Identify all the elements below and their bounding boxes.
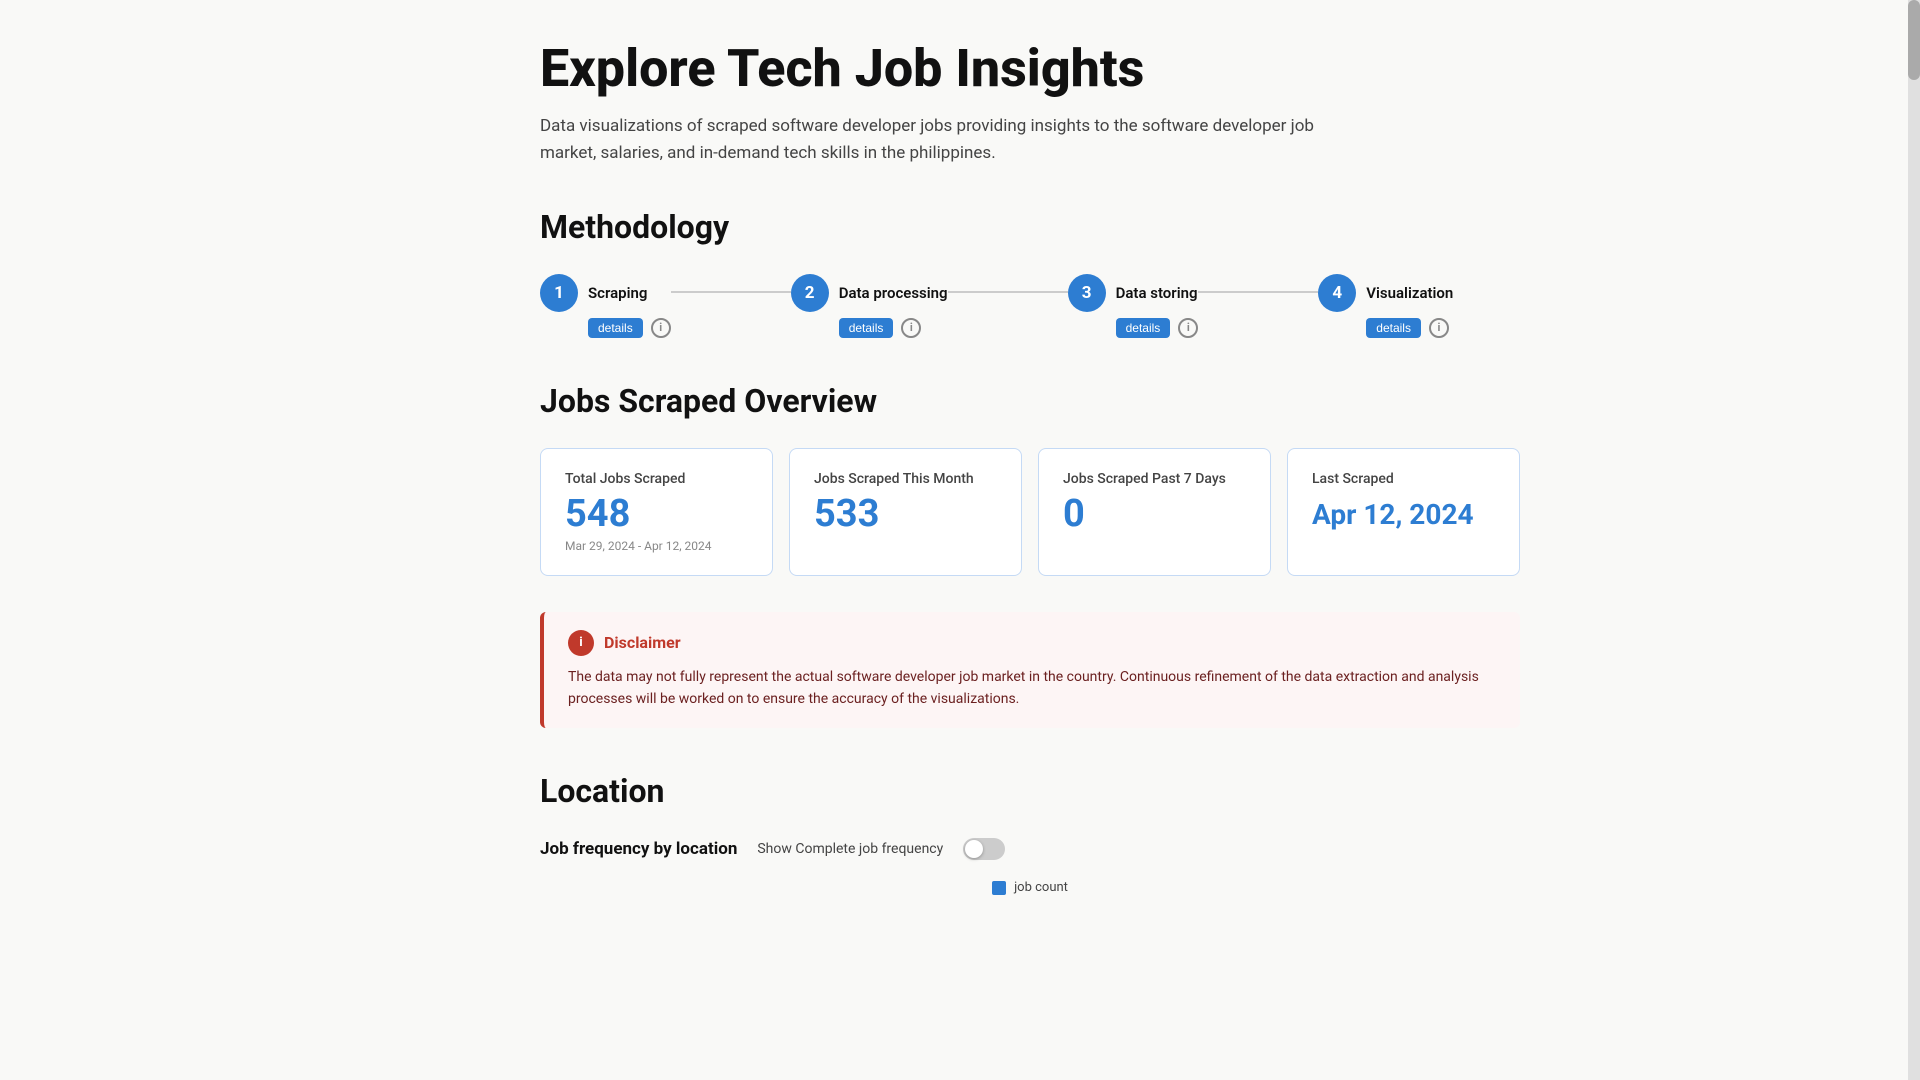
step-3-info-icon[interactable]: i (1178, 318, 1198, 338)
monthly-jobs-label: Jobs Scraped This Month (814, 471, 997, 487)
step-1-header: 1 Scraping (540, 274, 647, 312)
total-jobs-card: Total Jobs Scraped 548 Mar 29, 2024 - Ap… (540, 448, 773, 576)
total-jobs-sub: Mar 29, 2024 - Apr 12, 2024 (565, 539, 748, 553)
monthly-jobs-value: 533 (814, 495, 997, 533)
weekly-jobs-value: 0 (1063, 495, 1246, 533)
disclaimer-text: The data may not fully represent the act… (568, 666, 1496, 711)
step-2-actions: details i (839, 318, 922, 338)
disclaimer-icon: i (568, 630, 594, 656)
frequency-toggle[interactable] (963, 838, 1005, 860)
step-1-name: Scraping (588, 284, 647, 302)
step-1-details-button[interactable]: details (588, 318, 643, 338)
page-subtitle: Data visualizations of scraped software … (540, 113, 1340, 167)
last-scraped-card: Last Scraped Apr 12, 2024 (1287, 448, 1520, 576)
toggle-knob (965, 840, 983, 858)
location-title: Location (540, 772, 1520, 810)
methodology-section: Methodology 1 Scraping details i (540, 208, 1520, 338)
step-2-details-button[interactable]: details (839, 318, 894, 338)
step-4-header: 4 Visualization (1318, 274, 1453, 312)
step-2-circle: 2 (791, 274, 829, 312)
last-scraped-label: Last Scraped (1312, 471, 1495, 487)
last-scraped-value: Apr 12, 2024 (1312, 495, 1495, 529)
step-4-info-icon[interactable]: i (1429, 318, 1449, 338)
weekly-jobs-card: Jobs Scraped Past 7 Days 0 (1038, 448, 1271, 576)
total-jobs-value: 548 (565, 495, 748, 533)
disclaimer-title: Disclaimer (604, 633, 681, 652)
frequency-label: Job frequency by location (540, 839, 737, 859)
methodology-title: Methodology (540, 208, 1520, 246)
scrollbar-thumb[interactable] (1908, 0, 1920, 80)
location-controls: Job frequency by location Show Complete … (540, 838, 1520, 860)
step-1-actions: details i (588, 318, 671, 338)
total-jobs-label: Total Jobs Scraped (565, 471, 748, 487)
disclaimer-box: i Disclaimer The data may not fully repr… (540, 612, 1520, 729)
step-2-info-icon[interactable]: i (901, 318, 921, 338)
scrollbar[interactable] (1908, 0, 1920, 1080)
legend-label: job count (1014, 880, 1068, 895)
step-4-details-button[interactable]: details (1366, 318, 1421, 338)
step-2-name: Data processing (839, 284, 948, 302)
monthly-jobs-card: Jobs Scraped This Month 533 (789, 448, 1022, 576)
location-section: Location Job frequency by location Show … (540, 772, 1520, 895)
step-4-name: Visualization (1366, 284, 1453, 302)
toggle-label: Show Complete job frequency (757, 841, 943, 857)
weekly-jobs-label: Jobs Scraped Past 7 Days (1063, 471, 1246, 487)
step-3-circle: 3 (1068, 274, 1106, 312)
step-3-name: Data storing (1116, 284, 1198, 302)
step-1-info-icon[interactable]: i (651, 318, 671, 338)
overview-title: Jobs Scraped Overview (540, 382, 1520, 420)
connector-2-3 (948, 291, 1068, 293)
step-3-details-button[interactable]: details (1116, 318, 1171, 338)
methodology-steps: 1 Scraping details i 2 Data processing (540, 274, 1520, 338)
overview-section: Jobs Scraped Overview Total Jobs Scraped… (540, 382, 1520, 576)
connector-1-2 (671, 291, 791, 293)
page-title: Explore Tech Job Insights (540, 40, 1520, 97)
step-4: 4 Visualization details i (1318, 274, 1453, 338)
chart-legend: job count (540, 880, 1520, 895)
step-1-circle: 1 (540, 274, 578, 312)
step-3: 3 Data storing details i (1068, 274, 1199, 338)
stat-cards-grid: Total Jobs Scraped 548 Mar 29, 2024 - Ap… (540, 448, 1520, 576)
legend-color-swatch (992, 881, 1006, 895)
connector-3-4 (1198, 291, 1318, 293)
page-container: Explore Tech Job Insights Data visualiza… (340, 0, 1580, 985)
disclaimer-header: i Disclaimer (568, 630, 1496, 656)
step-4-circle: 4 (1318, 274, 1356, 312)
step-1: 1 Scraping details i (540, 274, 671, 338)
step-2: 2 Data processing details i (791, 274, 948, 338)
step-2-header: 2 Data processing (791, 274, 948, 312)
step-4-actions: details i (1366, 318, 1449, 338)
step-3-header: 3 Data storing (1068, 274, 1198, 312)
step-3-actions: details i (1116, 318, 1199, 338)
